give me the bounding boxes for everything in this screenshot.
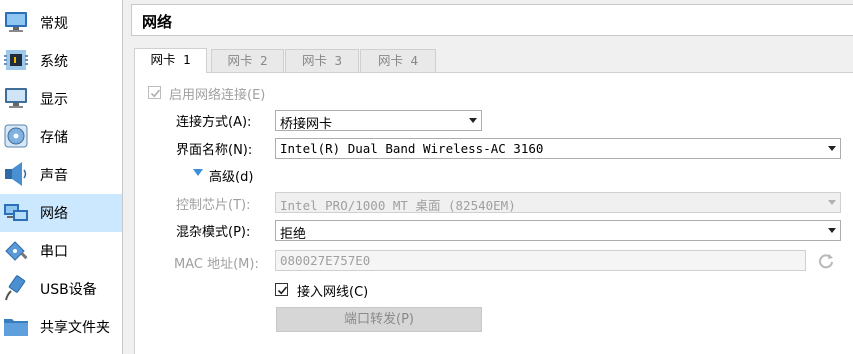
attached-to-value: 桥接网卡: [280, 117, 333, 132]
sidebar-item-label: 网络: [40, 206, 68, 222]
tab-adapter-1[interactable]: 网卡 1: [134, 48, 207, 73]
tab-adapter-3[interactable]: 网卡 3: [285, 49, 359, 72]
system-chip-icon: [3, 47, 29, 73]
sidebar-item-general[interactable]: 常规: [0, 4, 122, 42]
chevron-down-icon: [469, 118, 477, 123]
enable-adapter-checkbox[interactable]: [148, 86, 161, 99]
storage-disc-icon: [3, 123, 29, 149]
attached-to-select[interactable]: 桥接网卡: [275, 110, 482, 132]
sidebar-item-storage[interactable]: 存储: [0, 118, 122, 156]
usb-icon: [3, 275, 29, 301]
advanced-toggle[interactable]: 高级(d): [209, 166, 253, 185]
page-header: 网络: [131, 4, 853, 36]
promiscuous-mode-select[interactable]: 拒绝: [275, 220, 841, 242]
attached-to-label: 连接方式(A):: [176, 115, 252, 130]
sidebar-item-network[interactable]: 网络: [0, 194, 122, 232]
adapter-type-value: Intel PRO/1000 MT 桌面 (82540EM): [280, 198, 516, 213]
adapter-name-value: Intel(R) Dual Band Wireless-AC 3160: [280, 141, 544, 156]
adapter-name-label: 界面名称(N):: [176, 143, 253, 158]
adapter-name-select[interactable]: Intel(R) Dual Band Wireless-AC 3160: [275, 138, 841, 159]
sidebar-item-label: 声音: [40, 168, 68, 184]
settings-sidebar: 常规 系统 显示 存储 声音 网络 串口 USB设备 共享文件夹: [0, 0, 123, 354]
expand-triangle-icon[interactable]: [193, 169, 203, 176]
network-icon: [3, 199, 29, 225]
mac-address-label: MAC 地址(M):: [174, 257, 259, 272]
mac-address-value: 080027E757E0: [280, 253, 371, 268]
sidebar-item-serial-ports[interactable]: 串口: [0, 232, 122, 270]
promiscuous-mode-label: 混杂模式(P):: [176, 225, 251, 240]
sidebar-item-usb[interactable]: USB设备: [0, 270, 122, 308]
sidebar-item-label: 串口: [40, 244, 68, 260]
audio-speaker-icon: [3, 161, 29, 187]
adapter-settings-panel: 启用网络连接(E) 连接方式(A): 桥接网卡 界面名称(N): Intel(R…: [134, 72, 853, 354]
sidebar-item-audio[interactable]: 声音: [0, 156, 122, 194]
cable-connected-label: 接入网线(C): [297, 285, 369, 300]
port-forwarding-button[interactable]: 端口转发(P): [276, 307, 482, 332]
tab-adapter-4[interactable]: 网卡 4: [360, 49, 436, 72]
sidebar-item-label: 常规: [40, 16, 68, 32]
cable-connected-checkbox[interactable]: [275, 283, 288, 296]
enable-adapter-label: 启用网络连接(E): [169, 88, 266, 103]
adapter-type-select[interactable]: Intel PRO/1000 MT 桌面 (82540EM): [275, 192, 841, 213]
tab-adapter-2[interactable]: 网卡 2: [211, 49, 284, 72]
sidebar-item-label: USB设备: [40, 282, 97, 298]
chevron-down-icon: [828, 200, 836, 205]
sidebar-item-label: 显示: [40, 92, 68, 108]
sidebar-item-label: 共享文件夹: [40, 320, 110, 336]
chevron-down-icon: [828, 228, 836, 233]
chevron-down-icon: [828, 146, 836, 151]
shared-folder-icon: [3, 313, 29, 339]
sidebar-item-system[interactable]: 系统: [0, 42, 122, 80]
promiscuous-mode-value: 拒绝: [280, 227, 307, 242]
sidebar-item-label: 系统: [40, 54, 68, 70]
adapter-type-label: 控制芯片(T):: [176, 198, 251, 213]
sidebar-item-display[interactable]: 显示: [0, 80, 122, 118]
sidebar-item-label: 存储: [40, 130, 68, 146]
refresh-mac-icon[interactable]: [817, 252, 835, 270]
display-monitor-icon: [3, 85, 29, 111]
general-monitor-icon: [3, 9, 29, 35]
sidebar-item-shared-folders[interactable]: 共享文件夹: [0, 308, 122, 346]
page-title: 网络: [142, 13, 173, 31]
mac-address-field[interactable]: 080027E757E0: [275, 250, 806, 271]
serial-port-icon: [3, 237, 29, 263]
